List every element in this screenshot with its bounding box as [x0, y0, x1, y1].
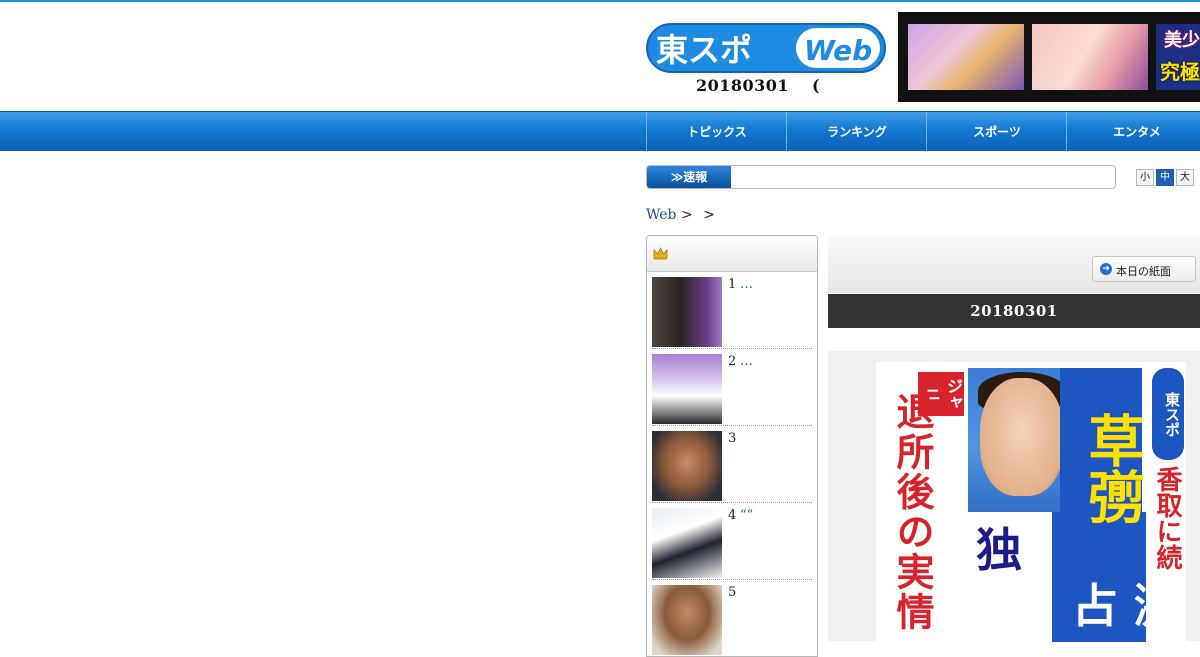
front-page-katori-headline: 香取に続 — [1152, 466, 1182, 570]
ranking-number: 5 — [728, 585, 737, 600]
logo-graphic: 東スポ Web — [646, 23, 886, 73]
ranking-title[interactable]: … — [740, 277, 753, 292]
front-page-image[interactable]: ジャニ 退所後の実情 独 草彅 占 激 東スポ 香取に続 — [876, 362, 1186, 642]
ad-text-1: 美少 — [1164, 30, 1200, 51]
ranking-item[interactable]: 1 … — [652, 272, 812, 349]
front-page-big-headline: 草彅 — [1060, 368, 1144, 568]
front-page-small-text — [878, 482, 890, 642]
ranking-thumbnail — [652, 277, 722, 347]
ad-image-1 — [908, 24, 1024, 90]
ranking-thumbnail — [652, 508, 722, 578]
today-paper-label: 本日の紙面 — [1116, 265, 1171, 278]
front-page-masthead: 東スポ — [1152, 368, 1184, 460]
today-paper-button[interactable]: ➜ 本日の紙面 — [1092, 256, 1196, 282]
site-logo[interactable]: 東スポ Web — [646, 22, 886, 74]
ranking-thumbnail — [652, 354, 722, 424]
ranking-thumbnail — [652, 431, 722, 501]
ad-banner[interactable]: 美少 究極 — [898, 12, 1200, 102]
ranking-item[interactable]: 5 — [652, 580, 812, 656]
font-size-large-button[interactable]: 大 — [1176, 169, 1194, 186]
ranking-title[interactable]: … — [740, 354, 753, 369]
main-nav: トピックス ランキング スポーツ エンタメ — [0, 111, 1200, 151]
nav-item-ranking[interactable]: ランキング — [786, 112, 927, 151]
font-size-small-button[interactable]: 小 — [1136, 169, 1154, 186]
breaking-news-label: ≫速報 — [647, 166, 731, 188]
ad-image-2 — [1032, 24, 1148, 90]
ranking-title[interactable]: “” — [740, 508, 753, 523]
font-size-medium-button[interactable]: 中 — [1156, 169, 1174, 186]
ad-text-2: 究極 — [1160, 60, 1200, 84]
crown-icon — [653, 247, 668, 260]
ranking-number: 3 — [728, 431, 737, 446]
breadcrumb-home-link[interactable]: Web — [646, 207, 677, 223]
ranking-number: 4 — [728, 508, 737, 523]
breadcrumb-separator: > — [703, 207, 715, 223]
ranking-thumbnail — [652, 585, 722, 655]
nav-item-entame[interactable]: エンタメ — [1066, 112, 1200, 151]
issue-paren: ( — [812, 76, 820, 95]
ranking-box: 1 … 2 … 3 4 “” 5 — [646, 235, 818, 657]
ranking-item[interactable]: 3 — [652, 426, 812, 503]
front-page-red-headline: 退所後の実情 — [890, 392, 934, 632]
ranking-header — [647, 236, 817, 272]
svg-text:東スポ: 東スポ — [656, 31, 752, 69]
front-page-photo-face — [980, 378, 1064, 496]
svg-text:Web: Web — [804, 34, 872, 67]
breadcrumb: Web > > — [646, 207, 715, 223]
breaking-news-ticker[interactable]: ≫速報 — [646, 165, 1116, 189]
nav-item-topics[interactable]: トピックス — [646, 112, 787, 151]
ranking-item[interactable]: 4 “” — [652, 503, 812, 580]
ranking-number: 1 — [728, 277, 737, 292]
paper-date-bar: 20180301 — [828, 294, 1200, 328]
breadcrumb-separator: > — [680, 207, 693, 223]
ranking-item[interactable]: 2 … — [652, 349, 812, 426]
issue-date: 20180301 — [696, 76, 790, 95]
front-page-doku-text: 独 — [976, 523, 1022, 577]
arrow-right-icon: ➜ — [1100, 263, 1112, 275]
nav-item-sports[interactable]: スポーツ — [926, 112, 1067, 151]
ranking-number: 2 — [728, 354, 737, 369]
top-accent-line — [0, 0, 1200, 2]
